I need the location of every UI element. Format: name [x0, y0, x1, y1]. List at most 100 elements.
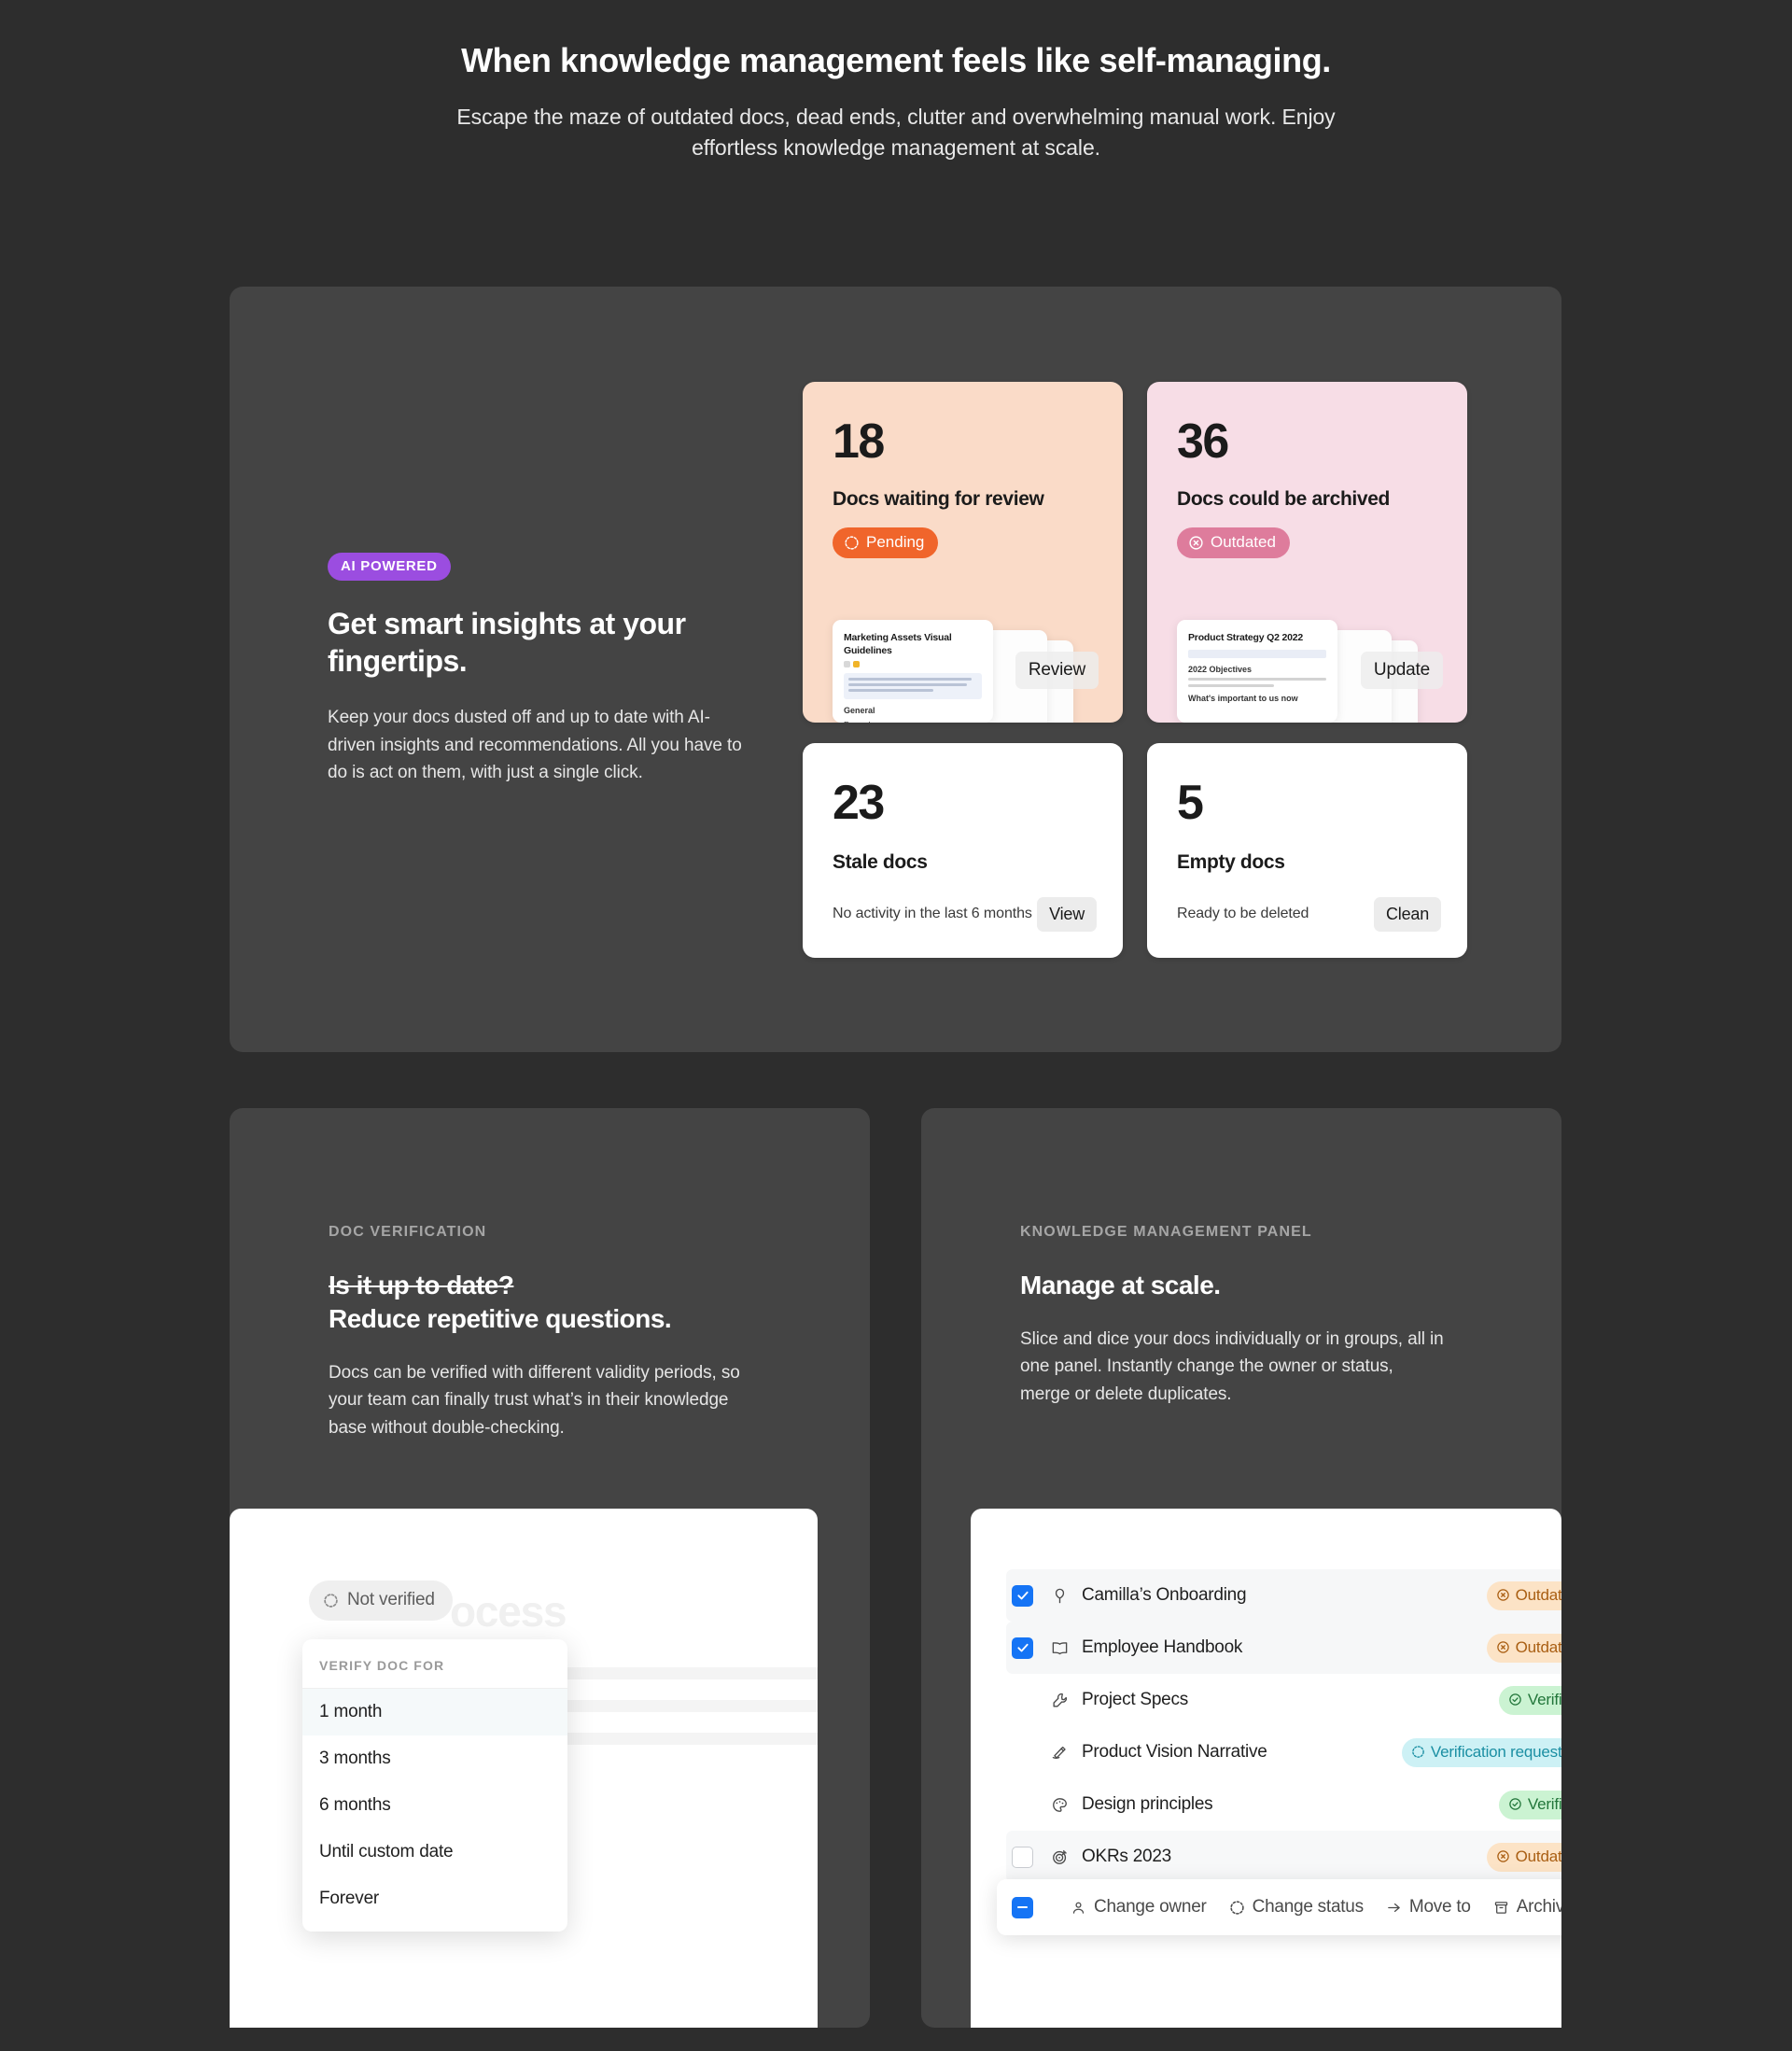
circle-x-icon: [1496, 1849, 1510, 1863]
status-label: Outdated: [1515, 1585, 1561, 1604]
dropdown-header: VERIFY DOC FOR: [302, 1639, 567, 1689]
verification-eyebrow: DOC VERIFICATION: [329, 1224, 487, 1240]
table-row[interactable]: Product Vision Narrative Verification re…: [1006, 1726, 1561, 1778]
review-button[interactable]: Review: [1015, 652, 1099, 689]
doc-thumbnail-line: [1188, 677, 1326, 681]
table-row[interactable]: OKRs 2023 Outdated: [1006, 1831, 1561, 1883]
arrow-right-icon: [1386, 1900, 1402, 1916]
doc-name: Project Specs: [1082, 1690, 1188, 1709]
circle-x-icon: [1496, 1588, 1510, 1602]
archive-icon: [1493, 1900, 1509, 1916]
table-row[interactable]: Camilla’s Onboarding Outdated: [1006, 1569, 1561, 1622]
bulk-action-toolbar: Change owner Change status Move to Archi…: [997, 1879, 1561, 1935]
verification-body: Docs can be verified with different vali…: [329, 1362, 740, 1438]
verification-preview-card: ocess Not verified VERIFY DOC FOR 1 mont…: [230, 1509, 818, 2028]
clean-button[interactable]: Clean: [1373, 897, 1441, 932]
circle-check-icon: [1508, 1693, 1522, 1707]
doc-name: Camilla’s Onboarding: [1082, 1585, 1247, 1605]
table-row[interactable]: Design principles Verified: [1006, 1778, 1561, 1831]
verification-title: Is it up to date? Reduce repetitive ques…: [329, 1269, 870, 1336]
toolbar-label: Change status: [1252, 1897, 1365, 1917]
stat-label: Empty docs: [1177, 851, 1285, 873]
row-checkbox[interactable]: [1012, 1584, 1033, 1607]
doc-thumbnail-title: Marketing Assets Visual Guidelines: [844, 632, 952, 656]
stat-card-grid: 18 Docs waiting for review Pending Marke…: [803, 382, 1467, 958]
doc-name: Product Vision Narrative: [1082, 1742, 1267, 1762]
doc-thumbnail-date-bar: [1188, 649, 1326, 658]
change-status-button[interactable]: Change status: [1229, 1897, 1364, 1918]
status-label: Verified: [1527, 1794, 1561, 1813]
ai-powered-badge: AI POWERED: [328, 552, 451, 581]
stat-card-empty-docs[interactable]: 5 Empty docs Ready to be deleted Clean: [1147, 743, 1467, 958]
status-badge-pending: Pending: [833, 527, 939, 558]
circle-x-icon: [1188, 535, 1204, 551]
verification-title-struck: Is it up to date?: [329, 1271, 514, 1299]
move-to-button[interactable]: Move to: [1386, 1897, 1471, 1918]
dropdown-option-6-months[interactable]: 6 months: [302, 1782, 567, 1829]
select-all-checkbox[interactable]: [1012, 1896, 1033, 1918]
archive-button[interactable]: Archive: [1493, 1897, 1561, 1918]
docs-list: Camilla’s Onboarding Outdated Employee H…: [1006, 1569, 1561, 1883]
ghost-doc-title: ocess: [450, 1587, 567, 1636]
dropdown-option-forever[interactable]: Forever: [302, 1875, 567, 1922]
insights-body: Keep your docs dusted off and up to date…: [328, 708, 742, 783]
circle-x-icon: [1496, 1640, 1510, 1654]
verification-title-main: Reduce repetitive questions.: [329, 1303, 672, 1333]
view-button[interactable]: View: [1037, 897, 1097, 932]
dotted-circle-icon: [1411, 1745, 1425, 1759]
panel-eyebrow: KNOWLEDGE MANAGEMENT PANEL: [1020, 1224, 1312, 1240]
balloon-icon: [1048, 1587, 1071, 1605]
clock-check-icon: [844, 535, 860, 551]
status-badge: Verification requested: [1401, 1737, 1561, 1767]
doc-thumbnail-line: [1188, 683, 1274, 687]
doc-thumbnail-item: Examples: [844, 720, 982, 723]
status-label: Outdated: [1515, 1637, 1561, 1656]
person-icon: [1071, 1900, 1086, 1916]
stat-number: 23: [833, 776, 885, 830]
verify-duration-dropdown: VERIFY DOC FOR 1 month 3 months 6 months…: [302, 1639, 567, 1932]
table-row[interactable]: Project Specs Verified: [1006, 1674, 1561, 1726]
stat-sublabel: Ready to be deleted: [1177, 906, 1309, 921]
stat-card-stale-docs[interactable]: 23 Stale docs No activity in the last 6 …: [803, 743, 1123, 958]
toolbar-label: Archive: [1516, 1897, 1561, 1917]
row-checkbox[interactable]: [1012, 1690, 1033, 1711]
insights-title: Get smart insights at your fingertips.: [328, 606, 686, 678]
doc-thumbnail-section: 2022 Objectives: [1188, 664, 1253, 674]
dropdown-option-until-custom-date[interactable]: Until custom date: [302, 1829, 567, 1875]
hero-section: When knowledge management feels like sel…: [0, 0, 1792, 162]
stat-card-docs-waiting-for-review[interactable]: 18 Docs waiting for review Pending Marke…: [803, 382, 1123, 723]
row-checkbox[interactable]: [1012, 1794, 1033, 1816]
toolbar-label: Change owner: [1094, 1897, 1207, 1917]
stat-label: Stale docs: [833, 851, 928, 873]
not-verified-badge[interactable]: Not verified: [309, 1580, 453, 1621]
doc-thumbnail-front: Marketing Assets Visual Guidelines Gener…: [833, 620, 993, 723]
pill-label: Outdated: [1211, 533, 1276, 551]
palette-icon: [1048, 1796, 1071, 1814]
dropdown-option-1-month[interactable]: 1 month: [302, 1689, 567, 1735]
status-label: Verified: [1527, 1690, 1561, 1708]
table-row[interactable]: Employee Handbook Outdated: [1006, 1622, 1561, 1674]
page-title: When knowledge management feels like sel…: [461, 41, 1331, 79]
row-checkbox[interactable]: [1012, 1637, 1033, 1659]
stat-sublabel: No activity in the last 6 months: [833, 906, 1032, 921]
status-label: Verification requested: [1430, 1742, 1561, 1761]
dropdown-option-3-months[interactable]: 3 months: [302, 1735, 567, 1782]
stat-card-docs-could-be-archived[interactable]: 36 Docs could be archived Outdated Produ…: [1147, 382, 1467, 723]
insights-copy: AI POWERED Get smart insights at your fi…: [230, 287, 827, 1052]
writing-hand-icon: [1048, 1744, 1071, 1762]
page-subtitle: Escape the maze of outdated docs, dead e…: [456, 105, 1336, 160]
doc-thumbnail-item: What's important to us now: [1188, 693, 1298, 703]
doc-thumbnail-title: Product Strategy Q2 2022: [1188, 632, 1303, 643]
update-button[interactable]: Update: [1360, 652, 1443, 689]
doc-thumbnail-section: General: [844, 706, 875, 716]
status-label: Outdated: [1515, 1847, 1561, 1865]
not-verified-label: Not verified: [347, 1590, 435, 1609]
toolbar-label: Move to: [1408, 1897, 1471, 1917]
status-badge: Verified: [1498, 1685, 1561, 1715]
stat-label: Docs waiting for review: [833, 488, 1044, 510]
row-checkbox[interactable]: [1012, 1846, 1033, 1868]
docs-list-card: Camilla’s Onboarding Outdated Employee H…: [971, 1509, 1561, 2028]
row-checkbox[interactable]: [1012, 1742, 1033, 1763]
change-owner-button[interactable]: Change owner: [1071, 1897, 1207, 1918]
status-badge-outdated: Outdated: [1177, 527, 1290, 558]
